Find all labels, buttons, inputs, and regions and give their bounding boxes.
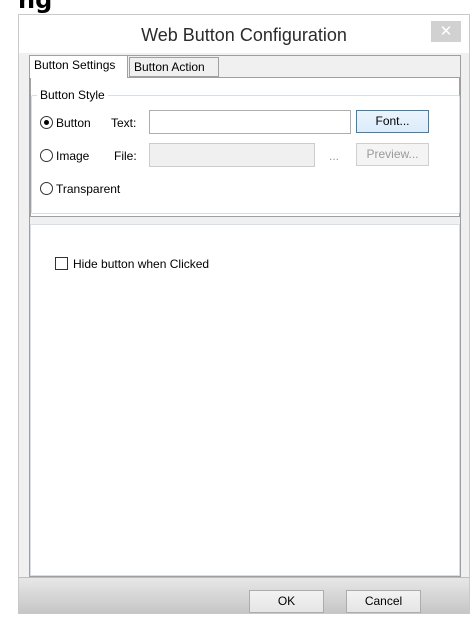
tab-panel-button-settings: Button Style Button Text: Font... Image … (30, 77, 460, 217)
options-panel: Hide button when Clicked (30, 224, 460, 576)
hide-button-checkbox[interactable] (55, 257, 68, 270)
file-field-label: File: (114, 149, 137, 163)
radio-label-image[interactable]: Image (56, 149, 89, 163)
button-text-input[interactable] (149, 110, 351, 134)
title-bar: Web Button Configuration ✕ (19, 15, 469, 53)
radio-transparent-style[interactable] (40, 182, 53, 195)
dialog-content: Button Style Button Text: Font... Image … (29, 55, 461, 577)
radio-image-style[interactable] (40, 149, 53, 162)
close-button[interactable]: ✕ (431, 21, 461, 42)
dialog-footer: OK Cancel (19, 577, 469, 613)
cancel-button[interactable]: Cancel (346, 590, 421, 613)
preview-button[interactable]: Preview... (356, 143, 429, 166)
dialog-window: Web Button Configuration ✕ Button Style … (18, 14, 470, 614)
ok-button[interactable]: OK (249, 590, 324, 613)
button-style-group: Button Style Button Text: Font... Image … (31, 88, 460, 214)
hide-button-label[interactable]: Hide button when Clicked (73, 257, 209, 271)
window-title: Web Button Configuration (141, 25, 347, 45)
font-button[interactable]: Font... (356, 110, 429, 133)
radio-label-button[interactable]: Button (56, 116, 91, 130)
groupbox-legend: Button Style (37, 88, 108, 102)
tab-button-action[interactable]: Button Action (129, 57, 219, 77)
browse-ellipsis-button[interactable]: ... (329, 149, 339, 163)
image-file-input[interactable] (149, 143, 315, 167)
radio-label-transparent[interactable]: Transparent (56, 182, 120, 196)
radio-button-style[interactable] (40, 116, 53, 129)
tab-button-settings[interactable]: Button Settings (29, 55, 128, 78)
text-field-label: Text: (111, 116, 137, 130)
radio-selected-dot (44, 120, 49, 125)
close-icon: ✕ (439, 23, 453, 40)
